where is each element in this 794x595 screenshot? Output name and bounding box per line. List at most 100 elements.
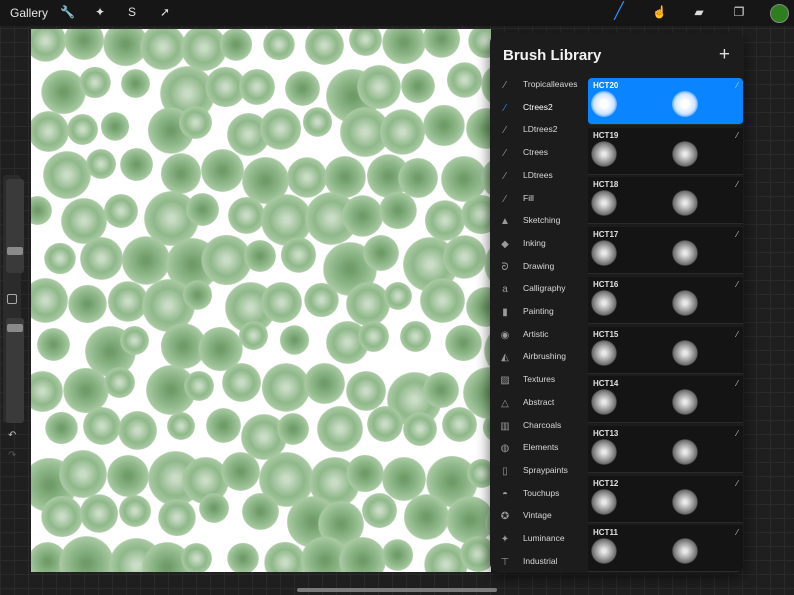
opacity-knob[interactable] [7,324,23,332]
brush-item[interactable]: HCT11 ⁄ [588,525,743,573]
tree-stamp [346,370,386,411]
brush-preview-stamp [591,140,617,167]
globe-icon: ◍ [500,443,510,455]
tree-stamp [402,412,437,447]
brush-size-knob[interactable] [7,247,23,255]
brush-preview-stamp [591,240,617,267]
category-elements[interactable]: ◍ Elements [498,440,584,458]
category-ldtrees2[interactable]: ⁄ LDtrees2 [498,122,584,140]
category-charcoals[interactable]: ▥ Charcoals [498,418,584,436]
brush-item[interactable]: HCT16 ⁄ [588,276,743,324]
add-brush-button[interactable]: + [719,44,730,66]
brush-size-slider[interactable] [6,179,24,273]
tree-stamp [465,286,491,327]
paintbrush-icon: ▮ [502,307,508,318]
tree-stamp [227,543,259,572]
tree-stamp [183,370,215,402]
opacity-slider[interactable] [6,318,24,423]
brush-icon[interactable]: ╱ [612,4,626,20]
category-abstract[interactable]: △ Abstract [498,395,584,413]
tree-stamp [260,281,302,323]
texture-icon: ▨ [500,375,510,387]
tree-stamp [366,406,404,443]
ink-drop-icon: ◆ [501,238,509,250]
brush-item[interactable]: HCT13 ⁄ [588,425,743,473]
category-ctrees2[interactable]: ⁄ Ctrees2 [498,100,584,118]
tree-stamp [31,110,69,152]
star-icon: ✪ [500,511,510,523]
category-drawing[interactable]: ᘐ Drawing [498,259,584,277]
panel-title: Brush Library [503,47,602,64]
category-ctrees[interactable]: ⁄ Ctrees [498,145,584,163]
tree-stamp [100,112,130,141]
category-luminance[interactable]: ✦ Luminance [498,531,584,549]
brush-item[interactable]: HCT18 ⁄ [588,177,743,225]
brush-item[interactable]: HCT17 ⁄ [588,227,743,275]
category-painting[interactable]: ▮ Painting [498,304,584,322]
brush-name: HCT19 [593,130,619,140]
eraser-icon[interactable]: ▰ [692,5,706,19]
category-textures[interactable]: ▨ Textures [498,372,584,390]
category-vintage[interactable]: ✪ Vintage [498,508,584,526]
category-sketching[interactable]: ▲ Sketching [498,213,584,231]
category-inking[interactable]: ◆ Inking [498,236,584,254]
selection-icon[interactable]: S [125,5,139,19]
category-fill[interactable]: ⁄ Fill [498,191,584,209]
brush-item[interactable]: HCT19 ⁄ [588,127,743,175]
wrench-icon[interactable]: 🔧 [60,5,75,19]
triangle-icon: △ [501,397,509,409]
drawing-canvas[interactable] [31,29,491,572]
tree-stamp [79,494,118,533]
brush-preview-stamp [591,339,617,366]
category-tropicalleaves[interactable]: ⁄ Tropicalleaves [498,77,584,95]
swirl-icon: ᘐ [501,261,509,273]
undo-icon[interactable]: ↶ [8,430,16,441]
category-label: Luminance [523,533,565,543]
tree-stamp [239,321,268,350]
tree-stamp [31,29,67,62]
brush-item[interactable]: HCT14 ⁄ [588,376,743,424]
color-picker[interactable] [770,4,789,23]
category-label: Elements [523,442,559,453]
magic-wand-icon[interactable]: ✦ [93,5,107,19]
smudge-icon[interactable]: ☝ [652,5,667,19]
category-label: Sketching [523,215,561,226]
brush-stroke-icon: ⁄ [736,279,738,289]
gallery-button[interactable]: Gallery [10,6,48,20]
anvil-icon: ⊤ [500,556,510,568]
home-indicator[interactable] [297,588,497,592]
tree-stamp [219,29,253,62]
tree-stamp [382,539,414,571]
brush-preview-stamp [672,488,698,515]
tree-stamp [79,66,112,99]
tree-stamp [106,454,149,497]
category-touchups[interactable]: ◓ Touchups [498,486,584,504]
category-industrial[interactable]: ⊤ Industrial [498,554,584,572]
transform-icon[interactable]: ➚ [158,5,172,19]
category-spraypaints[interactable]: ▯ Spraypaints [498,463,584,481]
palette-icon: ◉ [500,329,510,341]
tree-stamp [44,411,78,445]
redo-icon[interactable]: ↷ [8,450,16,461]
brush-item[interactable]: HCT20 ⁄ [588,78,743,125]
brush-name: HCT11 [593,528,618,538]
tree-stamp [358,321,389,352]
category-ldtrees[interactable]: ⁄ LDtrees [498,168,584,186]
tree-stamp [228,196,265,234]
brush-preview-stamp [672,289,698,316]
category-airbrushing[interactable]: ◭ Airbrushing [498,349,584,367]
tree-stamp [117,411,157,450]
brush-stroke-icon: ⁄ [736,329,738,339]
brush-item[interactable]: HCT15 ⁄ [588,326,743,374]
tree-stamp [441,406,477,443]
brush-preview-stamp [591,190,617,217]
brush-item[interactable]: HCT12 ⁄ [588,475,743,523]
tree-stamp [104,194,138,228]
tree-stamp [79,237,123,281]
brush-stroke-icon: ⁄ [736,528,738,538]
modify-button[interactable] [7,294,17,304]
category-calligraphy[interactable]: a Calligraphy [498,281,584,299]
category-artistic[interactable]: ◉ Artistic [498,327,584,345]
tree-stamp [198,492,229,523]
layers-icon[interactable]: ❐ [732,5,746,19]
